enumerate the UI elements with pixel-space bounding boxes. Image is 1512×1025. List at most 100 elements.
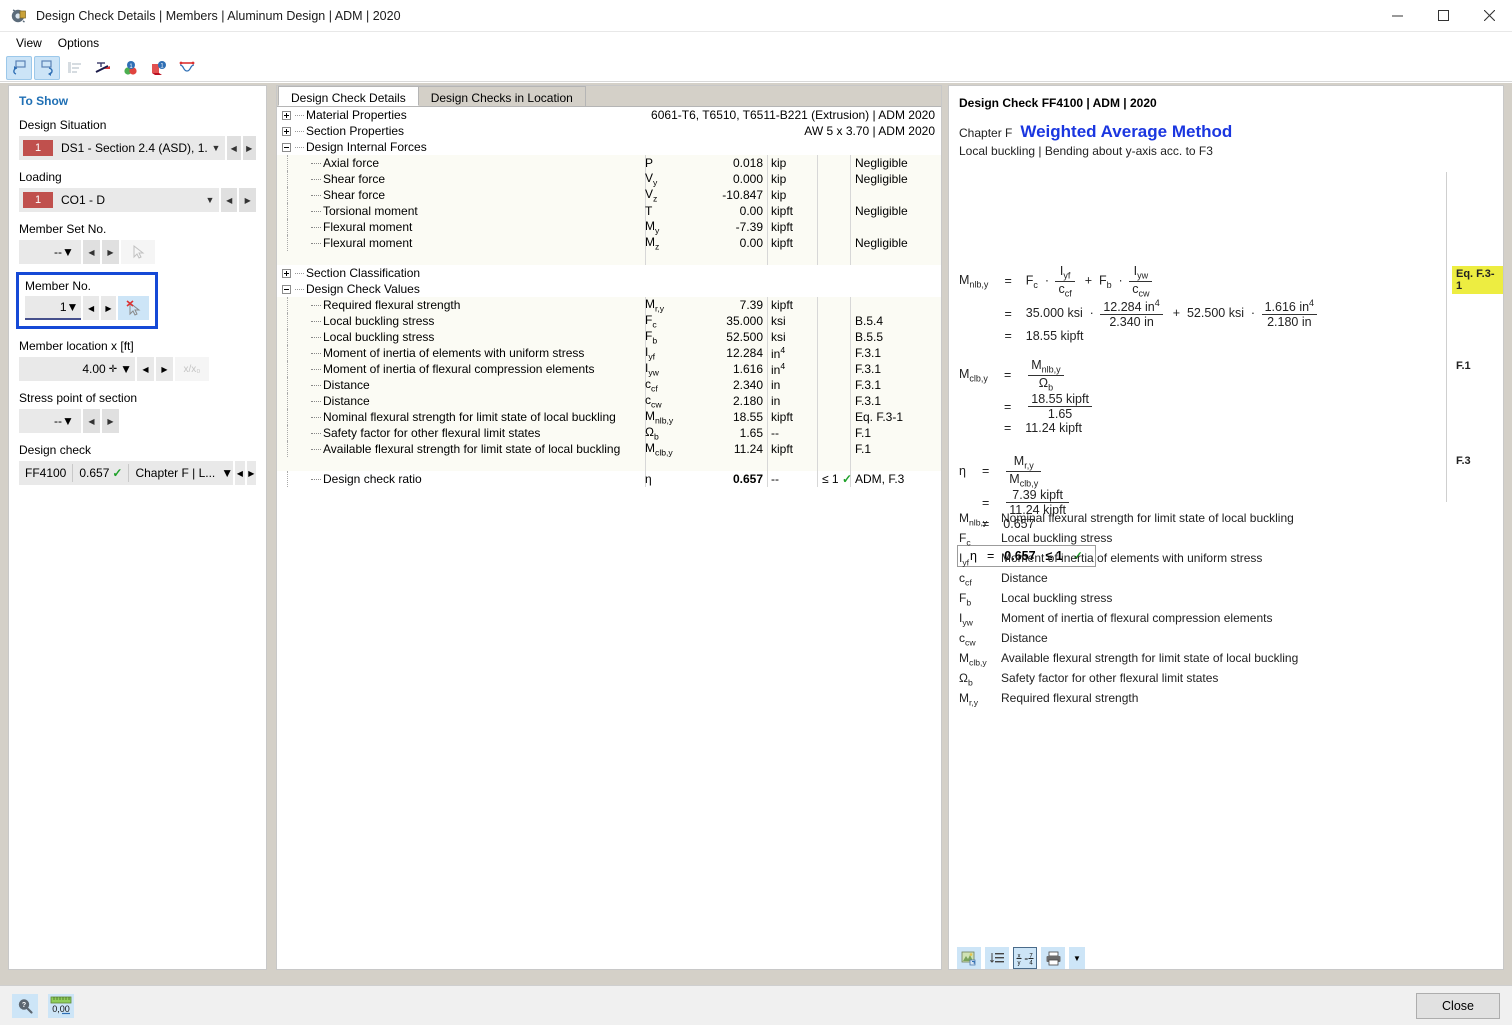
formula-fraction-icon[interactable]: x y = 7 4 (1013, 947, 1037, 969)
expand-icon[interactable] (282, 127, 291, 136)
stress-point-select[interactable]: -- ▼ (19, 409, 81, 433)
member-no-value: 1 (60, 300, 67, 314)
tree-leaf-row[interactable]: Axial forceP0.018kipNegligible (277, 155, 941, 171)
help-magnifier-icon[interactable]: ? (12, 994, 38, 1018)
dropdown-caret-icon[interactable]: ▼ (1069, 947, 1085, 969)
numbered-list-icon[interactable] (985, 947, 1009, 969)
member-location-prev-button[interactable]: ◀ (137, 357, 154, 381)
eq2-equals-3: = (1000, 421, 1021, 435)
tree-group-row[interactable]: Section Classification (277, 265, 941, 281)
design-situation-next-button[interactable]: ▶ (243, 136, 257, 160)
tree-leaf-row[interactable]: Local buckling stressFc35.000ksiB.5.4 (277, 313, 941, 329)
expand-icon[interactable] (282, 111, 291, 120)
design-check-next-button[interactable]: ▶ (247, 461, 256, 485)
row-reference: F.3.1 (855, 346, 881, 360)
member-set-select[interactable]: -- ▼ (19, 240, 81, 264)
design-situation-select[interactable]: 1 DS1 - Section 2.4 (ASD), 1. ▼ (19, 136, 225, 160)
menu-item-view[interactable]: View (8, 34, 50, 52)
minimize-button[interactable] (1374, 0, 1420, 32)
eq3-equals-1: = (978, 454, 999, 488)
legend-symbol: Mnlb,y (959, 511, 1001, 527)
export-image-icon[interactable] (957, 947, 981, 969)
tree-group-row[interactable]: Section PropertiesAW 5 x 3.70 | ADM 2020 (277, 123, 941, 139)
redo-arrow-icon[interactable] (34, 56, 60, 80)
undo-arrow-icon[interactable] (6, 56, 32, 80)
chevron-down-icon[interactable]: ▼ (62, 245, 78, 259)
row-symbol: Mnlb,y (645, 409, 685, 425)
tree-indent (277, 171, 323, 187)
stress-point-prev-button[interactable]: ◀ (83, 409, 100, 433)
member-result-icon[interactable]: 1 (146, 56, 172, 80)
chevron-down-icon[interactable]: ▼ (201, 195, 219, 205)
loading-prev-button[interactable]: ◀ (221, 188, 238, 212)
tree-leaf-row[interactable]: Available flexural strength for limit st… (277, 441, 941, 457)
tree-leaf-row[interactable]: Nominal flexural strength for limit stat… (277, 409, 941, 425)
row-value: 0.018 (695, 156, 763, 170)
tree-leaf-row[interactable]: Distanceccw2.180inF.3.1 (277, 393, 941, 409)
tab-design-checks-in-location[interactable]: Design Checks in Location (418, 86, 586, 106)
close-dialog-button[interactable]: Close (1416, 993, 1500, 1019)
menu-item-options[interactable]: Options (50, 34, 107, 52)
tree-leaf-row[interactable]: Flexural momentMy-7.39kipft (277, 219, 941, 235)
collapse-icon[interactable] (282, 143, 291, 152)
legend-row: FcLocal buckling stress (959, 531, 1298, 551)
chevron-down-icon[interactable]: ▼ (207, 143, 225, 153)
member-location-next-button[interactable]: ▶ (156, 357, 173, 381)
tree-leaf-row[interactable]: Flexural momentMz0.00kipftNegligible (277, 235, 941, 251)
deformation-icon[interactable] (174, 56, 200, 80)
stepper-handle-icon[interactable]: ✛ (109, 364, 117, 375)
member-set-prev-button[interactable]: ◀ (83, 240, 100, 264)
design-check-tree[interactable]: Material Properties6061-T6, T6510, T6511… (277, 107, 941, 969)
member-location-input[interactable]: 4.00 ✛ ▼ (19, 357, 135, 381)
row-value: 0.00 (695, 204, 763, 218)
tree-leaf-row[interactable]: Shear forceVz-10.847kip (277, 187, 941, 203)
tree-leaf-row[interactable]: Safety factor for other flexural limit s… (277, 425, 941, 441)
close-button[interactable] (1466, 0, 1512, 32)
design-check-ratio-row[interactable]: Design check ratioη0.657--≤ 1 ✓ADM, F.3 (277, 471, 941, 487)
loading-next-button[interactable]: ▶ (239, 188, 256, 212)
reference-eq-f31: Eq. F.3-1 (1452, 266, 1503, 294)
eq1-symbolic: Fc · Iyf ccf + Fb · Iyw ccw (1022, 264, 1324, 298)
tab-design-check-details[interactable]: Design Check Details (278, 86, 419, 106)
design-check-select[interactable]: FF4100 0.657 ✓ Chapter F | L... ▼ (19, 461, 233, 485)
row-reference: F.1 (855, 426, 871, 440)
result-colors-icon[interactable]: 1 (118, 56, 144, 80)
chapter-line: Chapter F Weighted Average Method (959, 122, 1503, 142)
member-set-next-button[interactable]: ▶ (102, 240, 119, 264)
tree-group-row[interactable]: Material Properties6061-T6, T6510, T6511… (277, 107, 941, 123)
collapse-icon[interactable] (282, 285, 291, 294)
svg-text:y: y (1017, 960, 1020, 966)
section-cut-icon[interactable] (90, 56, 116, 80)
tree-group-row[interactable]: Design Internal Forces (277, 139, 941, 155)
maximize-button[interactable] (1420, 0, 1466, 32)
units-ruler-icon[interactable]: 0,00 (48, 994, 74, 1018)
tree-leaf-row[interactable]: Required flexural strengthMr,y7.39kipft (277, 297, 941, 313)
stress-point-next-button[interactable]: ▶ (102, 409, 119, 433)
tree-leaf-row[interactable]: Torsional momentT0.00kipftNegligible (277, 203, 941, 219)
member-no-prev-button[interactable]: ◀ (83, 296, 98, 320)
design-check-prev-button[interactable]: ◀ (235, 461, 244, 485)
chevron-down-icon[interactable]: ▼ (221, 466, 233, 480)
tree-group-right-text: AW 5 x 3.70 | ADM 2020 (804, 124, 935, 138)
eq1-lhs: Mnlb,y (955, 264, 1000, 298)
sidebar-header: To Show (19, 94, 256, 108)
design-check-row: FF4100 0.657 ✓ Chapter F | L... ▼ ◀ ▶ (19, 461, 256, 485)
tree-leaf-row[interactable]: Distanceccf2.340inF.3.1 (277, 377, 941, 393)
tree-leaf-row[interactable]: Local buckling stressFb52.500ksiB.5.5 (277, 329, 941, 345)
legend-symbol: Mclb,y (959, 651, 1001, 667)
expand-icon[interactable] (282, 269, 291, 278)
chevron-down-icon[interactable]: ▼ (67, 300, 79, 314)
member-no-pick-icon[interactable] (118, 296, 149, 320)
member-no-select[interactable]: 1 ▼ (25, 296, 81, 320)
loading-select[interactable]: 1 CO1 - D ▼ (19, 188, 219, 212)
tree-leaf-row[interactable]: Shear forceVy0.000kipNegligible (277, 171, 941, 187)
chevron-down-icon[interactable]: ▼ (62, 414, 78, 428)
tree-leaf-row[interactable]: Moment of inertia of elements with unifo… (277, 345, 941, 361)
row-reference: F.3.1 (855, 394, 881, 408)
print-icon[interactable] (1041, 947, 1065, 969)
design-situation-prev-button[interactable]: ◀ (227, 136, 241, 160)
tree-leaf-row[interactable]: Moment of inertia of flexural compressio… (277, 361, 941, 377)
member-no-next-button[interactable]: ▶ (101, 296, 116, 320)
tree-group-row[interactable]: Design Check Values (277, 281, 941, 297)
chevron-down-icon[interactable]: ▼ (120, 362, 132, 376)
